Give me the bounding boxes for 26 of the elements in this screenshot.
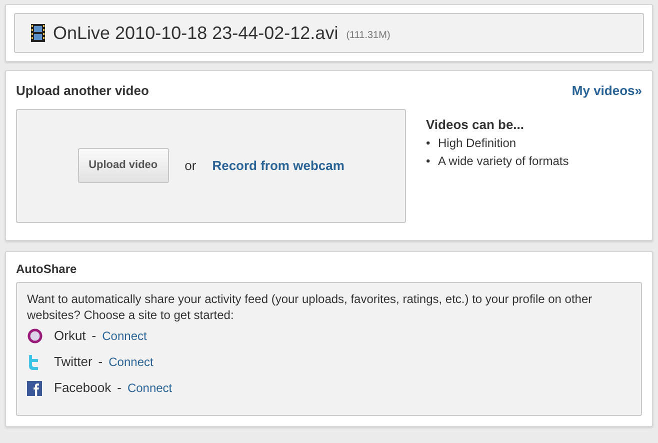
facebook-icon: [27, 380, 42, 396]
site-name: Twitter: [54, 353, 92, 372]
info-item: High Definition: [438, 135, 516, 152]
bullet-mark: •: [426, 153, 432, 170]
dash-separator: -: [98, 353, 103, 372]
info-title: Videos can be...: [426, 116, 526, 134]
my-videos-link[interactable]: My videos»: [572, 81, 642, 100]
record-webcam-link[interactable]: Record from webcam: [212, 156, 344, 176]
connect-link[interactable]: Connect: [127, 379, 172, 397]
connect-link[interactable]: Connect: [108, 353, 154, 371]
bullet-mark: •: [426, 135, 432, 152]
intro-text: Want to automatically share your activity feed (your uploads, favorites, ratings, etc.) to your profile on other websites? Choose a site to get started:: [27, 291, 594, 323]
section-title: AutoShare: [16, 261, 78, 278]
dash-separator: -: [92, 327, 96, 346]
info-item: A wide variety of formats: [438, 153, 569, 170]
site-name: Facebook: [54, 379, 112, 398]
section-title: Upload another video: [16, 82, 149, 100]
file-size: (111.31M): [346, 28, 390, 42]
or-text: or: [184, 156, 196, 175]
film-icon: [31, 24, 45, 42]
upload-video-button[interactable]: Upload video: [78, 148, 169, 183]
dash-separator: -: [117, 379, 122, 398]
site-name: Orkut: [54, 327, 86, 346]
ring-icon: [27, 328, 43, 344]
connect-link[interactable]: Connect: [102, 327, 147, 345]
file-name: OnLive 2010-10-18 23-44-02-12.avi: [53, 22, 338, 44]
